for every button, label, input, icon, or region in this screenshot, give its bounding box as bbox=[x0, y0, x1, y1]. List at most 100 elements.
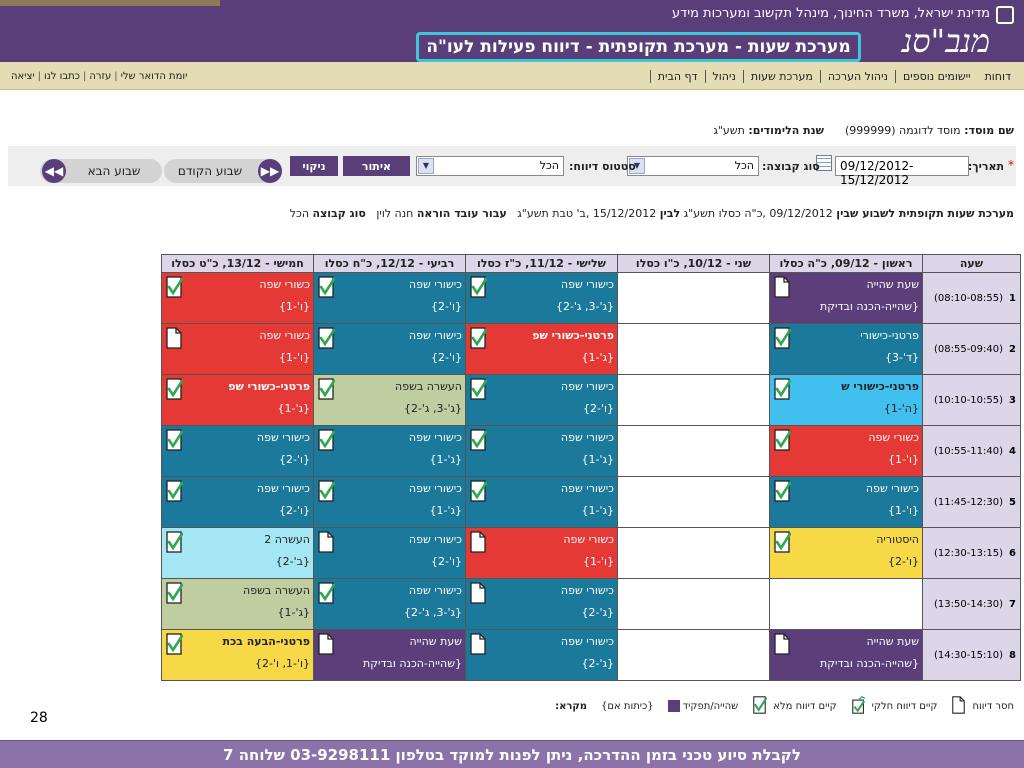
rewind-icon[interactable]: ◀◀ bbox=[42, 159, 66, 183]
report-complete-icon[interactable] bbox=[165, 429, 184, 451]
lesson-cell[interactable]: פרטני-הבעה בכת {ו'-1, ו'-2} bbox=[161, 629, 314, 681]
report-complete-icon[interactable] bbox=[773, 480, 792, 502]
hour-cell: (11:45-12:30) 5 bbox=[922, 476, 1021, 528]
group-type-label: סוג קבוצה: bbox=[762, 160, 820, 173]
report-complete-icon[interactable] bbox=[165, 633, 184, 655]
lesson-cell[interactable]: כישורי שפה {ג'-1} bbox=[313, 476, 466, 528]
lesson-cell[interactable]: היסטוריה {ו'-2} bbox=[769, 527, 923, 579]
lesson-cell[interactable]: כישורי שפה {ג'-1} bbox=[313, 425, 466, 477]
lesson-cell[interactable]: שעת שהייה {שהייה-הכנה ובדיקת bbox=[313, 629, 466, 681]
lesson-name: כישורי שפה bbox=[256, 482, 310, 495]
nav-item-3[interactable]: מערכת שעות bbox=[742, 69, 820, 83]
lesson-cell[interactable]: כישורי שפה {ג'-3, ג'-2} bbox=[313, 578, 466, 630]
lesson-cell[interactable]: כישורי שפה {ו'-1} bbox=[769, 476, 923, 528]
lesson-name: פרטני-הבעה בכת bbox=[222, 635, 310, 648]
lesson-cell[interactable]: כישורי שפה {ו'-2} bbox=[161, 425, 314, 477]
utility-link-2[interactable]: עזרה bbox=[86, 71, 114, 82]
fast-forward-icon[interactable]: ▶▶ bbox=[258, 159, 282, 183]
lesson-cell[interactable]: העשרה 2 {ב'-2} bbox=[161, 527, 314, 579]
group-type-select[interactable]: הכל ▼ bbox=[627, 156, 759, 176]
utility-link-4[interactable]: יציאה bbox=[8, 71, 38, 82]
lesson-cell[interactable]: העשרה בשפה {ג'-1} bbox=[161, 578, 314, 630]
nav-item-4[interactable]: ניהול הערכה bbox=[819, 69, 895, 83]
lesson-cell[interactable]: שעת שהייה {שהייה-הכנה ובדיקת bbox=[769, 272, 923, 324]
utility-separator: | bbox=[82, 70, 87, 82]
report-complete-icon[interactable] bbox=[469, 378, 488, 400]
header-decoration bbox=[0, 0, 220, 6]
lesson-group: {ו'-1} bbox=[279, 351, 310, 364]
lesson-cell[interactable]: פרטני-כישורי {ד'-3} bbox=[769, 323, 923, 375]
report-complete-icon[interactable] bbox=[773, 429, 792, 451]
lesson-cell[interactable]: כישורי שפה {ג'-3, ג'-2} bbox=[465, 272, 618, 324]
page: מדינת ישראל, משרד החינוך, מינהל תקשוב ומ… bbox=[0, 0, 1024, 768]
lesson-cell[interactable]: כשורי שפה {ו'-1} bbox=[769, 425, 923, 477]
lesson-cell[interactable]: כישורי שפה {ו'-2} bbox=[313, 323, 466, 375]
week-summary: מערכת שעות תקופתית לשבוע שבין 09/12/2012… bbox=[290, 207, 1014, 220]
hour-cell: (13:50-14:30) 7 bbox=[922, 578, 1021, 630]
lesson-cell[interactable]: פרטני-כשורי שפ {ג'-1} bbox=[465, 323, 618, 375]
report-missing-icon[interactable] bbox=[773, 276, 791, 298]
report-complete-icon[interactable] bbox=[165, 276, 184, 298]
report-complete-icon[interactable] bbox=[469, 480, 488, 502]
report-complete-icon[interactable] bbox=[317, 429, 336, 451]
report-complete-icon[interactable] bbox=[317, 378, 336, 400]
lesson-group: {ו'-1} bbox=[888, 453, 919, 466]
clear-button[interactable]: ניקוי bbox=[290, 156, 338, 176]
report-complete-icon[interactable] bbox=[469, 429, 488, 451]
report-complete-icon[interactable] bbox=[469, 276, 488, 298]
report-complete-icon[interactable] bbox=[317, 327, 336, 349]
lesson-cell[interactable]: כישורי שפה {ג'-2} bbox=[465, 578, 618, 630]
lesson-cell[interactable]: כשורי שפה {ו'-1} bbox=[465, 527, 618, 579]
report-complete-icon[interactable] bbox=[317, 582, 336, 604]
report-complete-icon[interactable] bbox=[165, 378, 184, 400]
filter-button[interactable]: איתור bbox=[343, 156, 410, 176]
lesson-name: כישורי שפה bbox=[408, 533, 462, 546]
utility-link-1[interactable]: יומת הדואר שלי bbox=[118, 71, 191, 82]
report-complete-icon[interactable] bbox=[469, 327, 488, 349]
hour-number: 1 bbox=[1009, 292, 1016, 304]
report-missing-icon[interactable] bbox=[469, 582, 487, 604]
lesson-cell[interactable]: כשורי שפה {ו'-1} bbox=[161, 323, 314, 375]
nav-item-1[interactable]: דף הבית bbox=[649, 69, 705, 83]
lesson-cell[interactable]: כישורי שפה {ג'-2} bbox=[465, 629, 618, 681]
report-complete-icon[interactable] bbox=[317, 276, 336, 298]
report-complete-icon[interactable] bbox=[773, 327, 792, 349]
report-complete-icon[interactable] bbox=[165, 582, 184, 604]
nav-item-2[interactable]: ניהול bbox=[704, 69, 743, 83]
nav-item-5[interactable]: יישומים נוספים bbox=[894, 69, 978, 83]
report-complete-icon[interactable] bbox=[773, 378, 792, 400]
report-status-select[interactable]: הכל ▼ bbox=[416, 156, 564, 176]
lesson-cell[interactable]: כישורי שפה {ג'-1} bbox=[465, 476, 618, 528]
lesson-cell[interactable]: כישורי שפה {ו'-2} bbox=[465, 374, 618, 426]
lesson-cell[interactable]: כישורי שפה {ו'-2} bbox=[313, 272, 466, 324]
report-complete-icon[interactable] bbox=[165, 531, 184, 553]
lesson-cell[interactable]: שעת שהייה {שהייה-הכנה ובדיקת bbox=[769, 629, 923, 681]
lesson-cell[interactable]: כישורי שפה {ו'-2} bbox=[161, 476, 314, 528]
date-range-input[interactable]: 09/12/2012-15/12/2012 bbox=[835, 156, 969, 187]
lesson-name: כשורי שפה bbox=[563, 533, 614, 546]
nav-item-6[interactable]: דוחות bbox=[978, 70, 1018, 83]
lesson-cell[interactable]: כישורי שפה {ג'-1} bbox=[465, 425, 618, 477]
lesson-name: כישורי שפה bbox=[256, 431, 310, 444]
legend-label: קיים דיווח חלקי bbox=[871, 700, 938, 712]
report-complete-icon[interactable] bbox=[773, 531, 792, 553]
lesson-cell[interactable]: פרטני-כישורי ש {ה'-1} bbox=[769, 374, 923, 426]
utility-link-3[interactable]: כתבו לנו bbox=[41, 71, 83, 82]
report-missing-icon[interactable] bbox=[317, 633, 335, 655]
report-missing-icon[interactable] bbox=[165, 327, 183, 349]
lesson-cell[interactable]: פרטני-כשורי שפ {ג'-1} bbox=[161, 374, 314, 426]
lesson-cell[interactable]: כישורי שפה {ו'-2} bbox=[313, 527, 466, 579]
report-complete-icon[interactable] bbox=[317, 480, 336, 502]
report-missing-icon[interactable] bbox=[317, 531, 335, 553]
lesson-group: {ג'-1} bbox=[581, 504, 614, 517]
lesson-cell[interactable]: כשורי שפה {ו'-1} bbox=[161, 272, 314, 324]
summary-group-type-label: סוג קבוצה bbox=[312, 207, 366, 220]
summary-range-from: 09/12/2012 ,כ"ה כסלו תשע"ג bbox=[683, 207, 833, 220]
report-missing-icon[interactable] bbox=[469, 633, 487, 655]
report-missing-icon[interactable] bbox=[773, 633, 791, 655]
report-missing-icon[interactable] bbox=[469, 531, 487, 553]
day-column-header: חמישי - 13/12, כ"ט כסלו bbox=[161, 254, 314, 273]
lesson-cell[interactable]: העשרה בשפה {ג'-3, ג'-2} bbox=[313, 374, 466, 426]
lesson-name: כישורי שפה bbox=[408, 584, 462, 597]
report-complete-icon[interactable] bbox=[165, 480, 184, 502]
